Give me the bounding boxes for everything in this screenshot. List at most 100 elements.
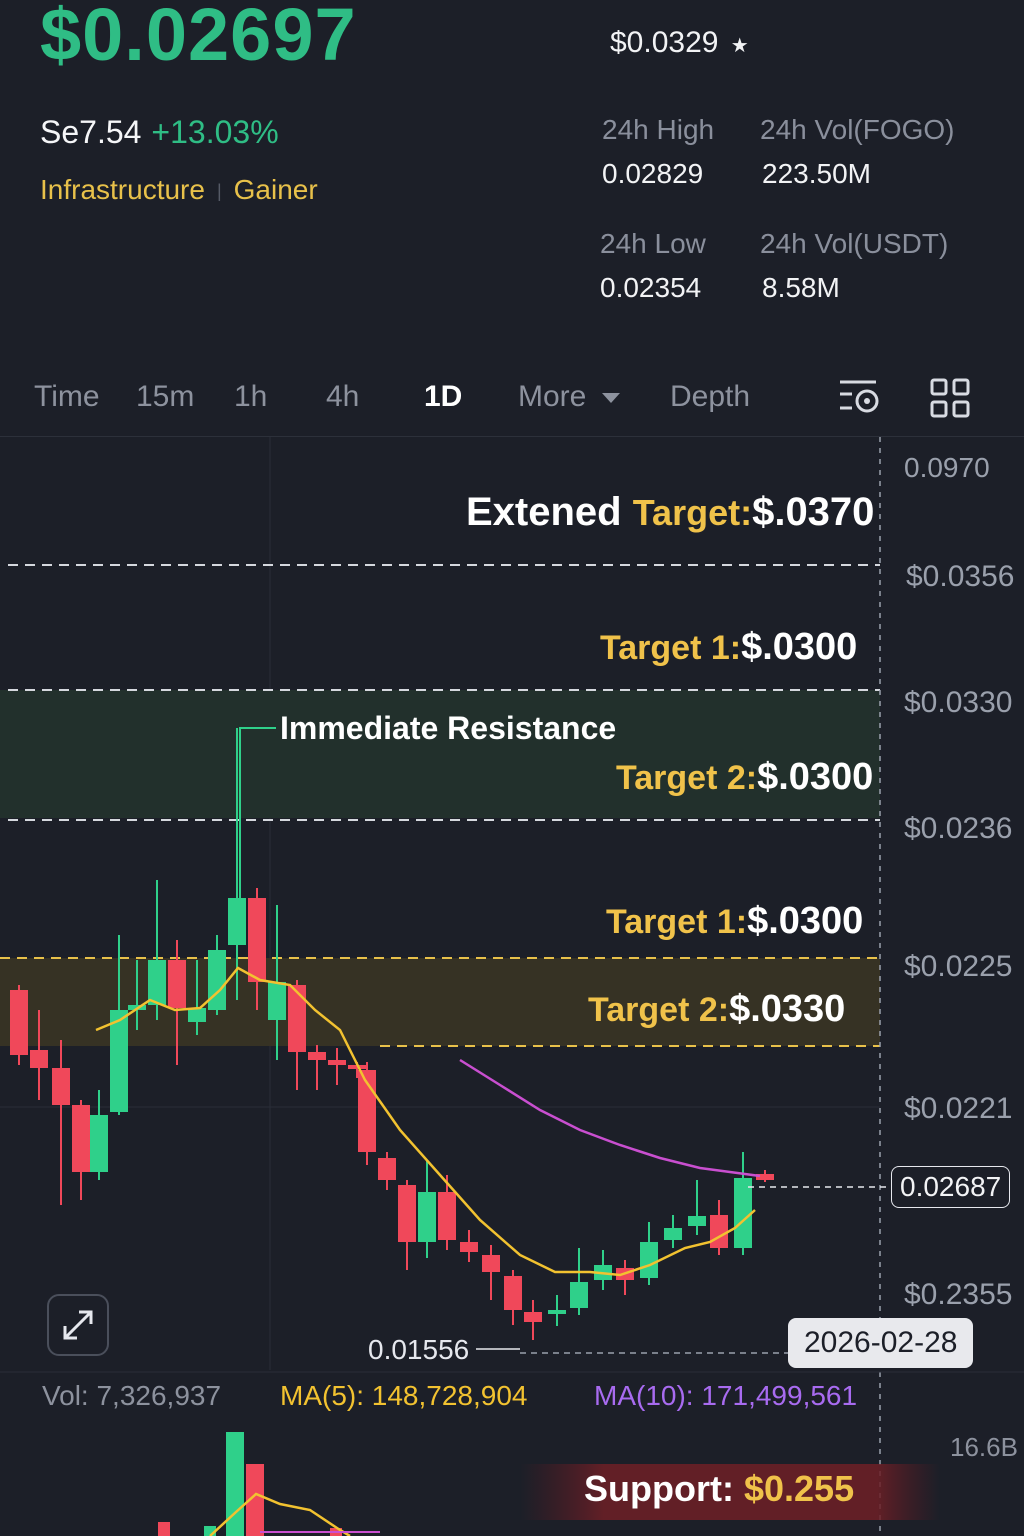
candle-body bbox=[570, 1282, 588, 1308]
expand-icon bbox=[63, 1310, 93, 1340]
candle-body bbox=[268, 982, 286, 1020]
candle-body bbox=[710, 1215, 728, 1248]
target2-lower-label: Target 2: bbox=[588, 991, 730, 1029]
target2-lower-value: $.0330 bbox=[729, 988, 846, 1030]
indicator-settings-icon[interactable] bbox=[836, 378, 882, 418]
candle-body bbox=[482, 1255, 500, 1272]
price-axis-label: $0.0330 bbox=[904, 686, 1013, 719]
extended-word: Extened bbox=[466, 490, 622, 534]
candle-body bbox=[188, 1008, 206, 1022]
support-value: $0.255 bbox=[743, 1468, 855, 1509]
tag-row: Infrastructure | Gainer bbox=[40, 174, 318, 206]
candle-body bbox=[168, 960, 186, 1008]
candle-body bbox=[524, 1312, 542, 1322]
high-value: 0.02829 bbox=[602, 158, 704, 189]
vol-usdt-value: 8.58M bbox=[762, 272, 840, 303]
ma10-label: MA(10): 171,499,561 bbox=[594, 1380, 858, 1411]
candle-body bbox=[640, 1242, 658, 1278]
candle-body bbox=[548, 1310, 566, 1314]
last-price: $0.02697 bbox=[40, 0, 357, 76]
candle-body bbox=[110, 1010, 128, 1112]
low-value: 0.02354 bbox=[600, 272, 702, 303]
price-axis-label: 0.0970 bbox=[904, 452, 990, 483]
tab-1d[interactable]: 1D bbox=[424, 380, 462, 414]
tab-depth[interactable]: Depth bbox=[670, 380, 750, 414]
extended-target-annotation: Extened Target:$.0370 bbox=[466, 490, 874, 535]
candle-body bbox=[248, 898, 266, 982]
crosshair-date-tag: 2026-02-28 bbox=[788, 1318, 974, 1368]
candle-body bbox=[688, 1216, 706, 1226]
candle-body bbox=[460, 1242, 478, 1252]
candle-body bbox=[418, 1192, 436, 1242]
volume-label: Vol: 7,326,937 bbox=[42, 1380, 222, 1411]
candle-body bbox=[398, 1185, 416, 1242]
tab-4h[interactable]: 4h bbox=[326, 380, 359, 414]
support-label: Support: bbox=[584, 1468, 734, 1509]
price-axis-label: $0.0225 bbox=[904, 950, 1013, 983]
target2-lower-annotation: Target 2:$.0330 bbox=[588, 988, 845, 1031]
candle-body bbox=[378, 1158, 396, 1180]
support-annotation: Support: $0.255 bbox=[584, 1468, 854, 1510]
target2-upper-label: Target 2: bbox=[616, 759, 758, 797]
candle-body bbox=[52, 1068, 70, 1105]
tab-1h[interactable]: 1h bbox=[234, 380, 267, 414]
candle-body bbox=[504, 1276, 522, 1310]
candle-body bbox=[228, 898, 246, 945]
candle-body bbox=[10, 990, 28, 1055]
tab-15m[interactable]: 15m bbox=[136, 380, 194, 414]
tag-infrastructure[interactable]: Infrastructure bbox=[40, 174, 205, 205]
candle-body bbox=[308, 1052, 326, 1060]
tag-gainer[interactable]: Gainer bbox=[234, 174, 318, 205]
vol-usdt-label: 24h Vol(USDT) bbox=[760, 228, 949, 259]
candle-body bbox=[734, 1178, 752, 1248]
candle-body bbox=[288, 985, 306, 1052]
vol-fogo-value: 223.50M bbox=[762, 158, 871, 189]
ma10-line bbox=[459, 1058, 761, 1178]
immediate-resistance-label: Immediate Resistance bbox=[280, 710, 617, 746]
high-label: 24h High bbox=[602, 114, 715, 145]
target1-lower-label: Target 1: bbox=[606, 903, 748, 941]
candle-body bbox=[664, 1228, 682, 1240]
tab-more-label: More bbox=[518, 380, 587, 413]
target1-upper-label: Target 1: bbox=[600, 629, 742, 667]
interval-tabs: Time 15m 1h 4h 1D More Depth bbox=[0, 372, 1024, 432]
low-label: 24h Low bbox=[600, 228, 706, 259]
secondary-price-row: Se7.54 +13.03% bbox=[40, 114, 279, 151]
price-axis-label: $0.0356 bbox=[906, 560, 1015, 593]
candle-body bbox=[30, 1050, 48, 1068]
volume-axis-label: 16.6B bbox=[950, 1432, 1018, 1462]
price-axis-label: $0.0221 bbox=[904, 1092, 1013, 1125]
candlestick-chart[interactable] bbox=[0, 437, 1024, 1536]
candle-body bbox=[438, 1192, 456, 1240]
target2-upper-annotation: Target 2:$.0300 bbox=[616, 756, 873, 799]
candle-body bbox=[208, 950, 226, 1010]
secondary-price: Se7.54 bbox=[40, 114, 142, 150]
price-axis-label: $0.0236 bbox=[904, 812, 1013, 845]
ma5-label: MA(5): 148,728,904 bbox=[280, 1380, 528, 1411]
reference-price-value: $0.0329 bbox=[610, 26, 719, 59]
caret-down-icon bbox=[601, 393, 620, 404]
target2-upper-value: $.0300 bbox=[757, 756, 874, 798]
volume-bar bbox=[158, 1522, 170, 1536]
tag-divider: | bbox=[216, 181, 222, 202]
extended-target-value: $.0370 bbox=[752, 490, 875, 534]
vol-fogo-label: 24h Vol(FOGO) bbox=[760, 114, 955, 145]
price-axis-label: $0.2355 bbox=[904, 1278, 1013, 1311]
target1-lower-value: $.0300 bbox=[747, 900, 864, 942]
target1-upper-value: $.0300 bbox=[741, 626, 858, 668]
reference-price: $0.0329 ★ bbox=[610, 26, 749, 60]
candle-body bbox=[90, 1115, 108, 1172]
star-icon: ★ bbox=[730, 35, 749, 57]
candle-body bbox=[148, 960, 166, 1005]
extended-target-label: Target: bbox=[632, 492, 753, 533]
change-percent: +13.03% bbox=[151, 114, 279, 150]
target1-lower-annotation: Target 1:$.0300 bbox=[606, 900, 863, 943]
volume-bars bbox=[158, 1432, 342, 1536]
candle-body bbox=[72, 1105, 90, 1172]
candle-body bbox=[328, 1060, 346, 1065]
tab-more[interactable]: More bbox=[518, 380, 621, 414]
tab-time[interactable]: Time bbox=[34, 380, 100, 414]
current-price-tag: 0.02687 bbox=[891, 1166, 1011, 1208]
expand-button[interactable] bbox=[47, 1294, 109, 1356]
grid-layout-icon[interactable] bbox=[930, 378, 970, 418]
